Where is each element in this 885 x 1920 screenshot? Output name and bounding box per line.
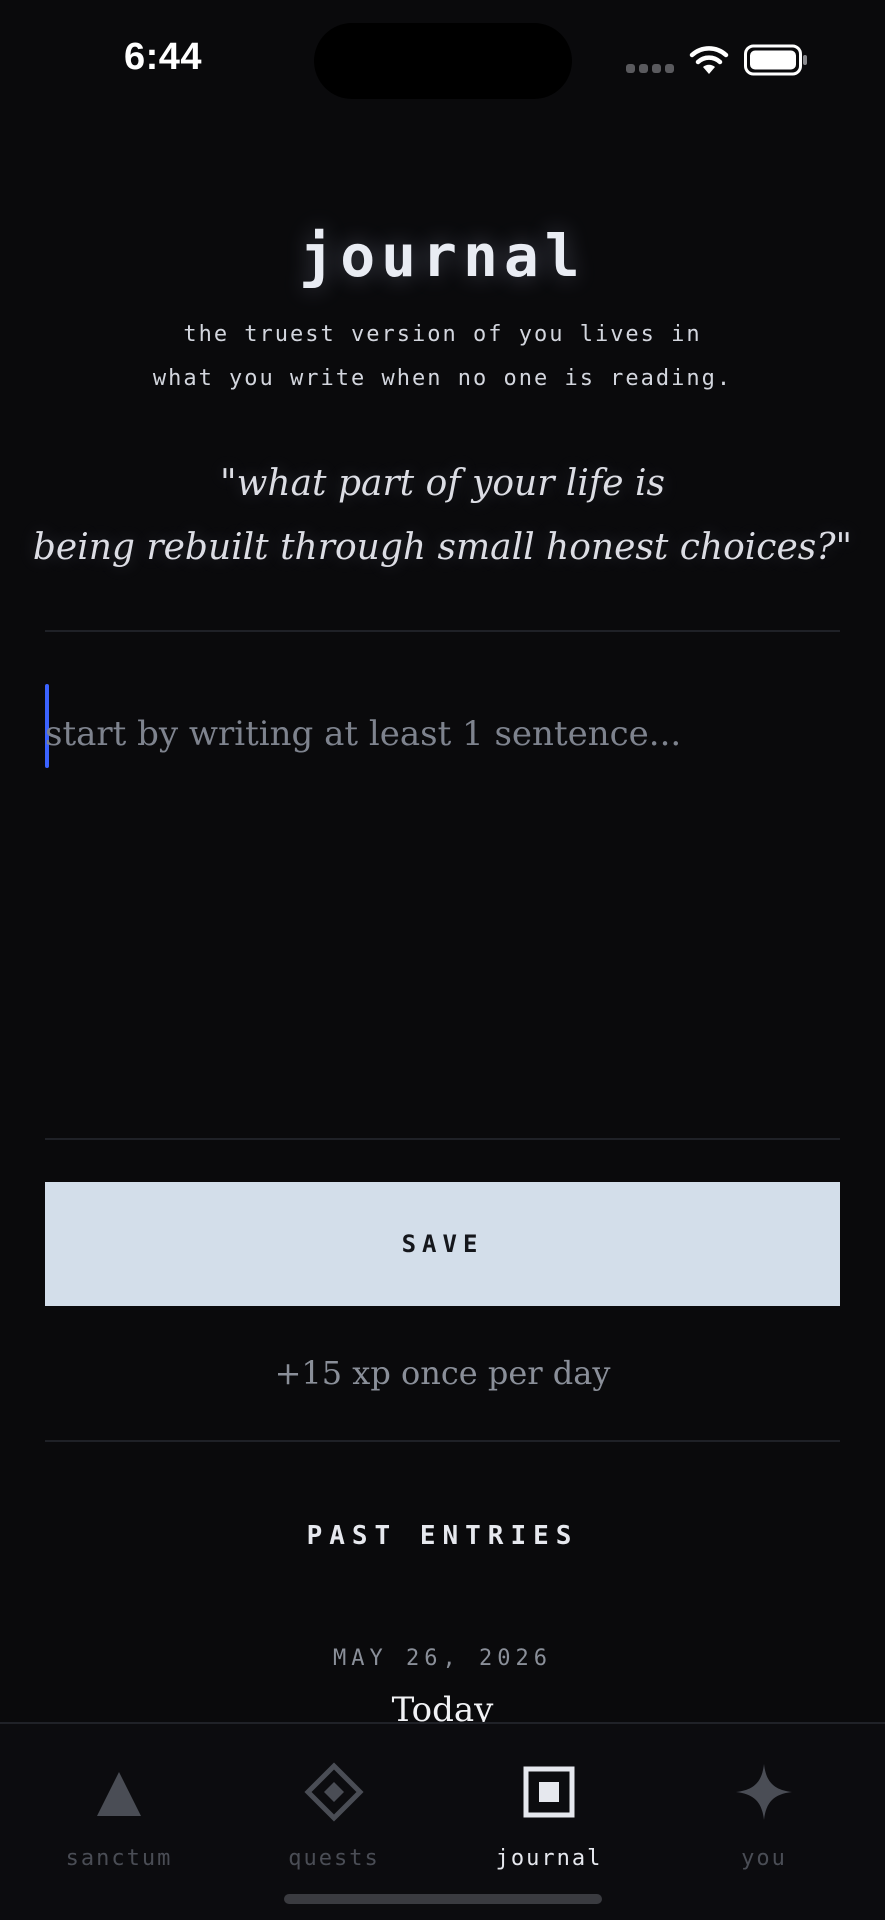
tab-quests[interactable]: quests [234,1724,434,1874]
journal-entry-textarea[interactable]: start by writing at least 1 sentence... [45,662,840,1122]
triangle-icon [97,1772,141,1816]
sparkle-icon [736,1764,792,1820]
tab-bar: sanctum quests journal you [0,1722,885,1920]
tab-label: you [741,1846,787,1871]
status-bar: 6:44 [0,0,885,120]
tab-sanctum[interactable]: sanctum [19,1724,219,1874]
divider [45,1138,840,1140]
status-time: 6:44 [124,36,203,78]
divider [45,1440,840,1442]
cellular-signal-icon [626,64,674,74]
tab-journal[interactable]: journal [449,1724,649,1874]
past-entries-title: PAST ENTRIES [306,1521,579,1551]
home-indicator [284,1894,602,1904]
page-title: journal [299,222,586,290]
xp-note: +15 xp once per day [274,1354,611,1392]
tab-label: sanctum [65,1846,173,1871]
save-button[interactable]: SAVE [45,1182,840,1306]
battery-icon [744,44,807,76]
tab-label: journal [495,1846,603,1871]
subtitle-line-1: the truest version of you lives in [183,322,702,347]
dynamic-island [314,23,572,99]
journal-prompt-line-1: "what part of your life is [220,463,665,504]
wifi-icon [689,46,729,74]
tab-you[interactable]: you [664,1724,864,1874]
tab-label: quests [288,1846,380,1871]
divider [45,630,840,632]
diamond-icon [304,1762,364,1822]
subtitle-line-2: what you write when no one is reading. [152,366,733,391]
editor-placeholder: start by writing at least 1 sentence... [45,714,682,754]
journal-prompt-line-2: being rebuilt through small honest choic… [32,527,853,568]
square-icon [523,1766,575,1818]
entry-date[interactable]: MAY 26, 2026 [0,1646,885,1671]
